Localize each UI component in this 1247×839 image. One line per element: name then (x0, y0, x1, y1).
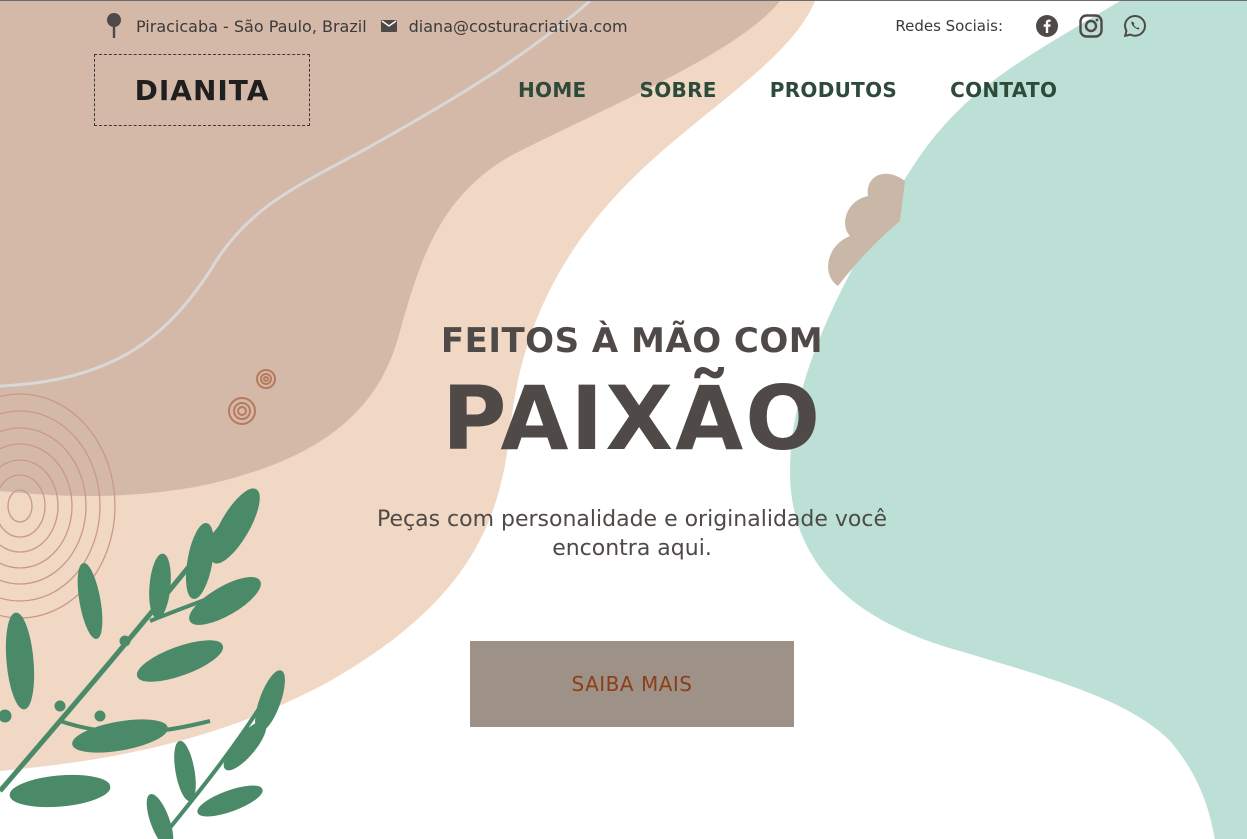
mail-icon (380, 20, 397, 32)
top-info-bar: Piracicaba - São Paulo, Brazil diana@cos… (104, 11, 1147, 41)
email-text[interactable]: diana@costuracriativa.com (409, 17, 628, 36)
saiba-mais-button[interactable]: SAIBA MAIS (470, 641, 794, 727)
email-item[interactable]: diana@costuracriativa.com (380, 17, 628, 36)
hero-subtitle: FEITOS À MÃO COM (440, 321, 824, 361)
site-logo[interactable]: DIANITA (94, 54, 310, 126)
main-nav: HOME SOBRE PRODUTOS CONTATO (518, 78, 1057, 102)
nav-home[interactable]: HOME (518, 78, 587, 102)
social-label: Redes Sociais: (895, 17, 1003, 35)
hero-title: PAIXÃO (441, 367, 823, 470)
nav-contato[interactable]: CONTATO (950, 78, 1057, 102)
nav-sobre[interactable]: SOBRE (640, 78, 717, 102)
instagram-icon[interactable] (1079, 14, 1103, 38)
contact-info: Piracicaba - São Paulo, Brazil diana@cos… (104, 12, 642, 40)
location-item: Piracicaba - São Paulo, Brazil (104, 12, 367, 40)
facebook-icon[interactable] (1035, 14, 1059, 38)
page: Piracicaba - São Paulo, Brazil diana@cos… (0, 0, 1247, 839)
whatsapp-icon[interactable] (1123, 14, 1147, 38)
social-links: Redes Sociais: (895, 14, 1147, 38)
hero-description: Peças com personalidade e originalidade … (376, 507, 887, 561)
map-pin-icon (107, 13, 121, 38)
nav-produtos[interactable]: PRODUTOS (770, 78, 897, 102)
location-text: Piracicaba - São Paulo, Brazil (136, 16, 367, 36)
logo-text: DIANITA (134, 73, 270, 107)
